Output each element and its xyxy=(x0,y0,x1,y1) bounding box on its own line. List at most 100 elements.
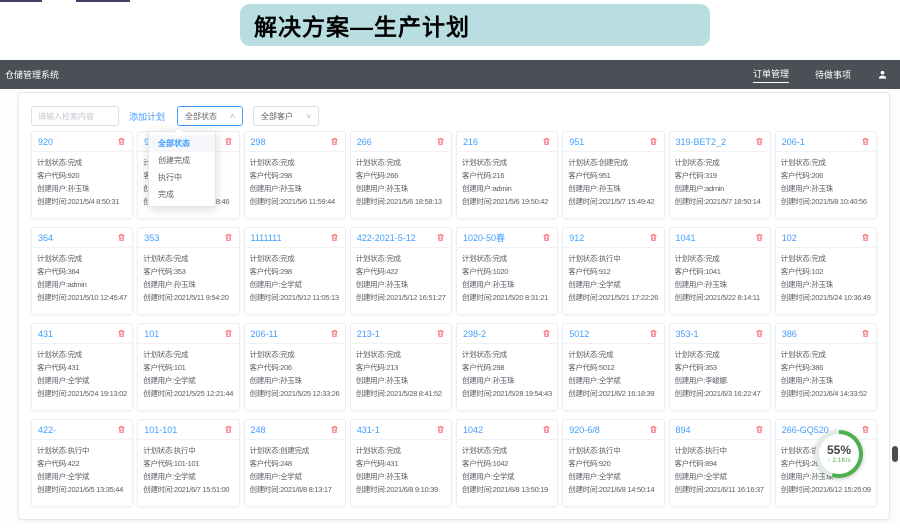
delete-icon[interactable] xyxy=(542,233,551,242)
delete-icon[interactable] xyxy=(117,233,126,242)
created-time-label: 创建时间: xyxy=(462,197,493,206)
delete-icon[interactable] xyxy=(649,233,658,242)
delete-icon[interactable] xyxy=(755,329,764,338)
created-time-label: 创建时间: xyxy=(568,485,599,494)
created-time-label: 创建时间: xyxy=(675,389,706,398)
customer-code-value: 951 xyxy=(599,171,611,180)
plan-card-header: 1111111 xyxy=(245,228,345,248)
plan-title-link[interactable]: 213-1 xyxy=(357,329,380,339)
scrollbar-thumb[interactable] xyxy=(892,446,898,462)
plan-title-link[interactable]: 431 xyxy=(38,329,53,339)
plan-card-body: 计划状态:完成 客户代码:386 创建用户:孙玉珠 创建时间:2021/6/4 … xyxy=(776,344,876,400)
plan-title-link[interactable]: 5012 xyxy=(569,329,589,339)
plan-title-link[interactable]: 102 xyxy=(782,233,797,243)
delete-icon[interactable] xyxy=(436,329,445,338)
creator-label: 创建用户: xyxy=(675,280,706,289)
plan-status-label: 计划状态: xyxy=(462,158,493,167)
delete-icon[interactable] xyxy=(330,233,339,242)
plan-status-value: 完成 xyxy=(599,350,613,359)
plan-title-link[interactable]: 422-2021-5-12 xyxy=(357,233,416,243)
plan-title-link[interactable]: 912 xyxy=(569,233,584,243)
status-option[interactable]: 执行中 xyxy=(149,169,215,186)
plan-title-link[interactable]: 1111111 xyxy=(251,233,282,243)
created-time-value: 2021/5/7 15:49:42 xyxy=(599,197,654,206)
plan-title-link[interactable]: 422- xyxy=(38,425,56,435)
plan-title-link[interactable]: 101-101 xyxy=(144,425,177,435)
plan-title-link[interactable]: 431-1 xyxy=(357,425,380,435)
delete-icon[interactable] xyxy=(861,233,870,242)
created-time-value: 2021/6/12 15:25:09 xyxy=(811,485,870,494)
plan-title-link[interactable]: 1020-50春 xyxy=(463,231,505,244)
delete-icon[interactable] xyxy=(330,329,339,338)
status-option[interactable]: 全部状态 xyxy=(149,135,215,152)
plan-title-link[interactable]: 920 xyxy=(38,137,53,147)
plan-status-label: 计划状态: xyxy=(143,446,174,455)
plan-title-link[interactable]: 266-GQ520 xyxy=(782,425,829,435)
plan-title-link[interactable]: 266 xyxy=(357,137,372,147)
delete-icon[interactable] xyxy=(861,137,870,146)
plan-title-link[interactable]: 1041 xyxy=(676,233,696,243)
customer-select[interactable]: 全部客户 ∨ xyxy=(253,106,319,126)
delete-icon[interactable] xyxy=(542,425,551,434)
plan-card-body: 计划状态:完成 客户代码:206 创建用户:孙玉珠 创建时间:2021/5/25… xyxy=(245,344,345,400)
delete-icon[interactable] xyxy=(436,233,445,242)
plan-title-link[interactable]: 216 xyxy=(463,137,478,147)
plan-title-link[interactable]: 364 xyxy=(38,233,53,243)
creator-value: 孙玉珠 xyxy=(68,184,90,193)
plan-title-link[interactable]: 353 xyxy=(144,233,159,243)
plan-card-header: 102 xyxy=(776,228,876,248)
status-select[interactable]: 全部状态 ∧ xyxy=(177,106,243,126)
search-input[interactable] xyxy=(31,106,119,126)
plan-card-header: 101 xyxy=(138,324,238,344)
delete-icon[interactable] xyxy=(649,425,658,434)
delete-icon[interactable] xyxy=(117,425,126,434)
add-plan-button[interactable]: 添加计划 xyxy=(129,110,165,123)
plan-title-link[interactable]: 206-11 xyxy=(251,329,278,339)
nav-todo-items[interactable]: 待做事项 xyxy=(815,68,851,81)
plan-title-link[interactable]: 248 xyxy=(251,425,266,435)
delete-icon[interactable] xyxy=(436,425,445,434)
delete-icon[interactable] xyxy=(755,137,764,146)
customer-code-label: 客户代码: xyxy=(568,363,599,372)
delete-icon[interactable] xyxy=(224,329,233,338)
delete-icon[interactable] xyxy=(330,425,339,434)
status-option[interactable]: 创建完成 xyxy=(149,152,215,169)
plan-title-link[interactable]: 298 xyxy=(251,137,266,147)
plan-title-link[interactable]: 386 xyxy=(782,329,797,339)
plan-title-link[interactable]: 101 xyxy=(144,329,159,339)
filter-bar: 添加计划 全部状态 ∧ 全部客户 ∨ xyxy=(31,105,319,127)
delete-icon[interactable] xyxy=(755,233,764,242)
plan-title-link[interactable]: 298-2 xyxy=(463,329,486,339)
creator-label: 创建用户: xyxy=(781,184,812,193)
nav-order-management[interactable]: 订单管理 xyxy=(753,67,789,83)
status-option[interactable]: 完成 xyxy=(149,186,215,203)
plan-title-link[interactable]: 319-BET2_2 xyxy=(676,137,727,147)
plan-card: 894 计划状态:执行中 客户代码:894 创建用户:仝学斌 创建时间:2021… xyxy=(669,419,771,507)
user-icon[interactable] xyxy=(877,69,888,80)
delete-icon[interactable] xyxy=(117,329,126,338)
delete-icon[interactable] xyxy=(861,329,870,338)
plan-card-body: 计划状态:创建完成 客户代码:248 创建用户:仝学斌 创建时间:2021/6/… xyxy=(245,440,345,496)
delete-icon[interactable] xyxy=(224,233,233,242)
creator-label: 创建用户: xyxy=(568,376,599,385)
plan-title-link[interactable]: 1042 xyxy=(463,425,483,435)
delete-icon[interactable] xyxy=(542,137,551,146)
plan-title-link[interactable]: 951 xyxy=(569,137,584,147)
plan-title-link[interactable]: 894 xyxy=(676,425,691,435)
plan-title-link[interactable]: 206-1 xyxy=(782,137,805,147)
plan-title-link[interactable]: 353-1 xyxy=(676,329,699,339)
customer-code-value: 213 xyxy=(386,363,398,372)
plan-title-link[interactable]: 920-6/8 xyxy=(569,425,600,435)
delete-icon[interactable] xyxy=(861,425,870,434)
created-time-label: 创建时间: xyxy=(675,485,706,494)
delete-icon[interactable] xyxy=(436,137,445,146)
delete-icon[interactable] xyxy=(224,137,233,146)
delete-icon[interactable] xyxy=(224,425,233,434)
delete-icon[interactable] xyxy=(649,137,658,146)
delete-icon[interactable] xyxy=(649,329,658,338)
plan-status-label: 计划状态: xyxy=(675,158,706,167)
delete-icon[interactable] xyxy=(542,329,551,338)
delete-icon[interactable] xyxy=(755,425,764,434)
delete-icon[interactable] xyxy=(117,137,126,146)
delete-icon[interactable] xyxy=(330,137,339,146)
